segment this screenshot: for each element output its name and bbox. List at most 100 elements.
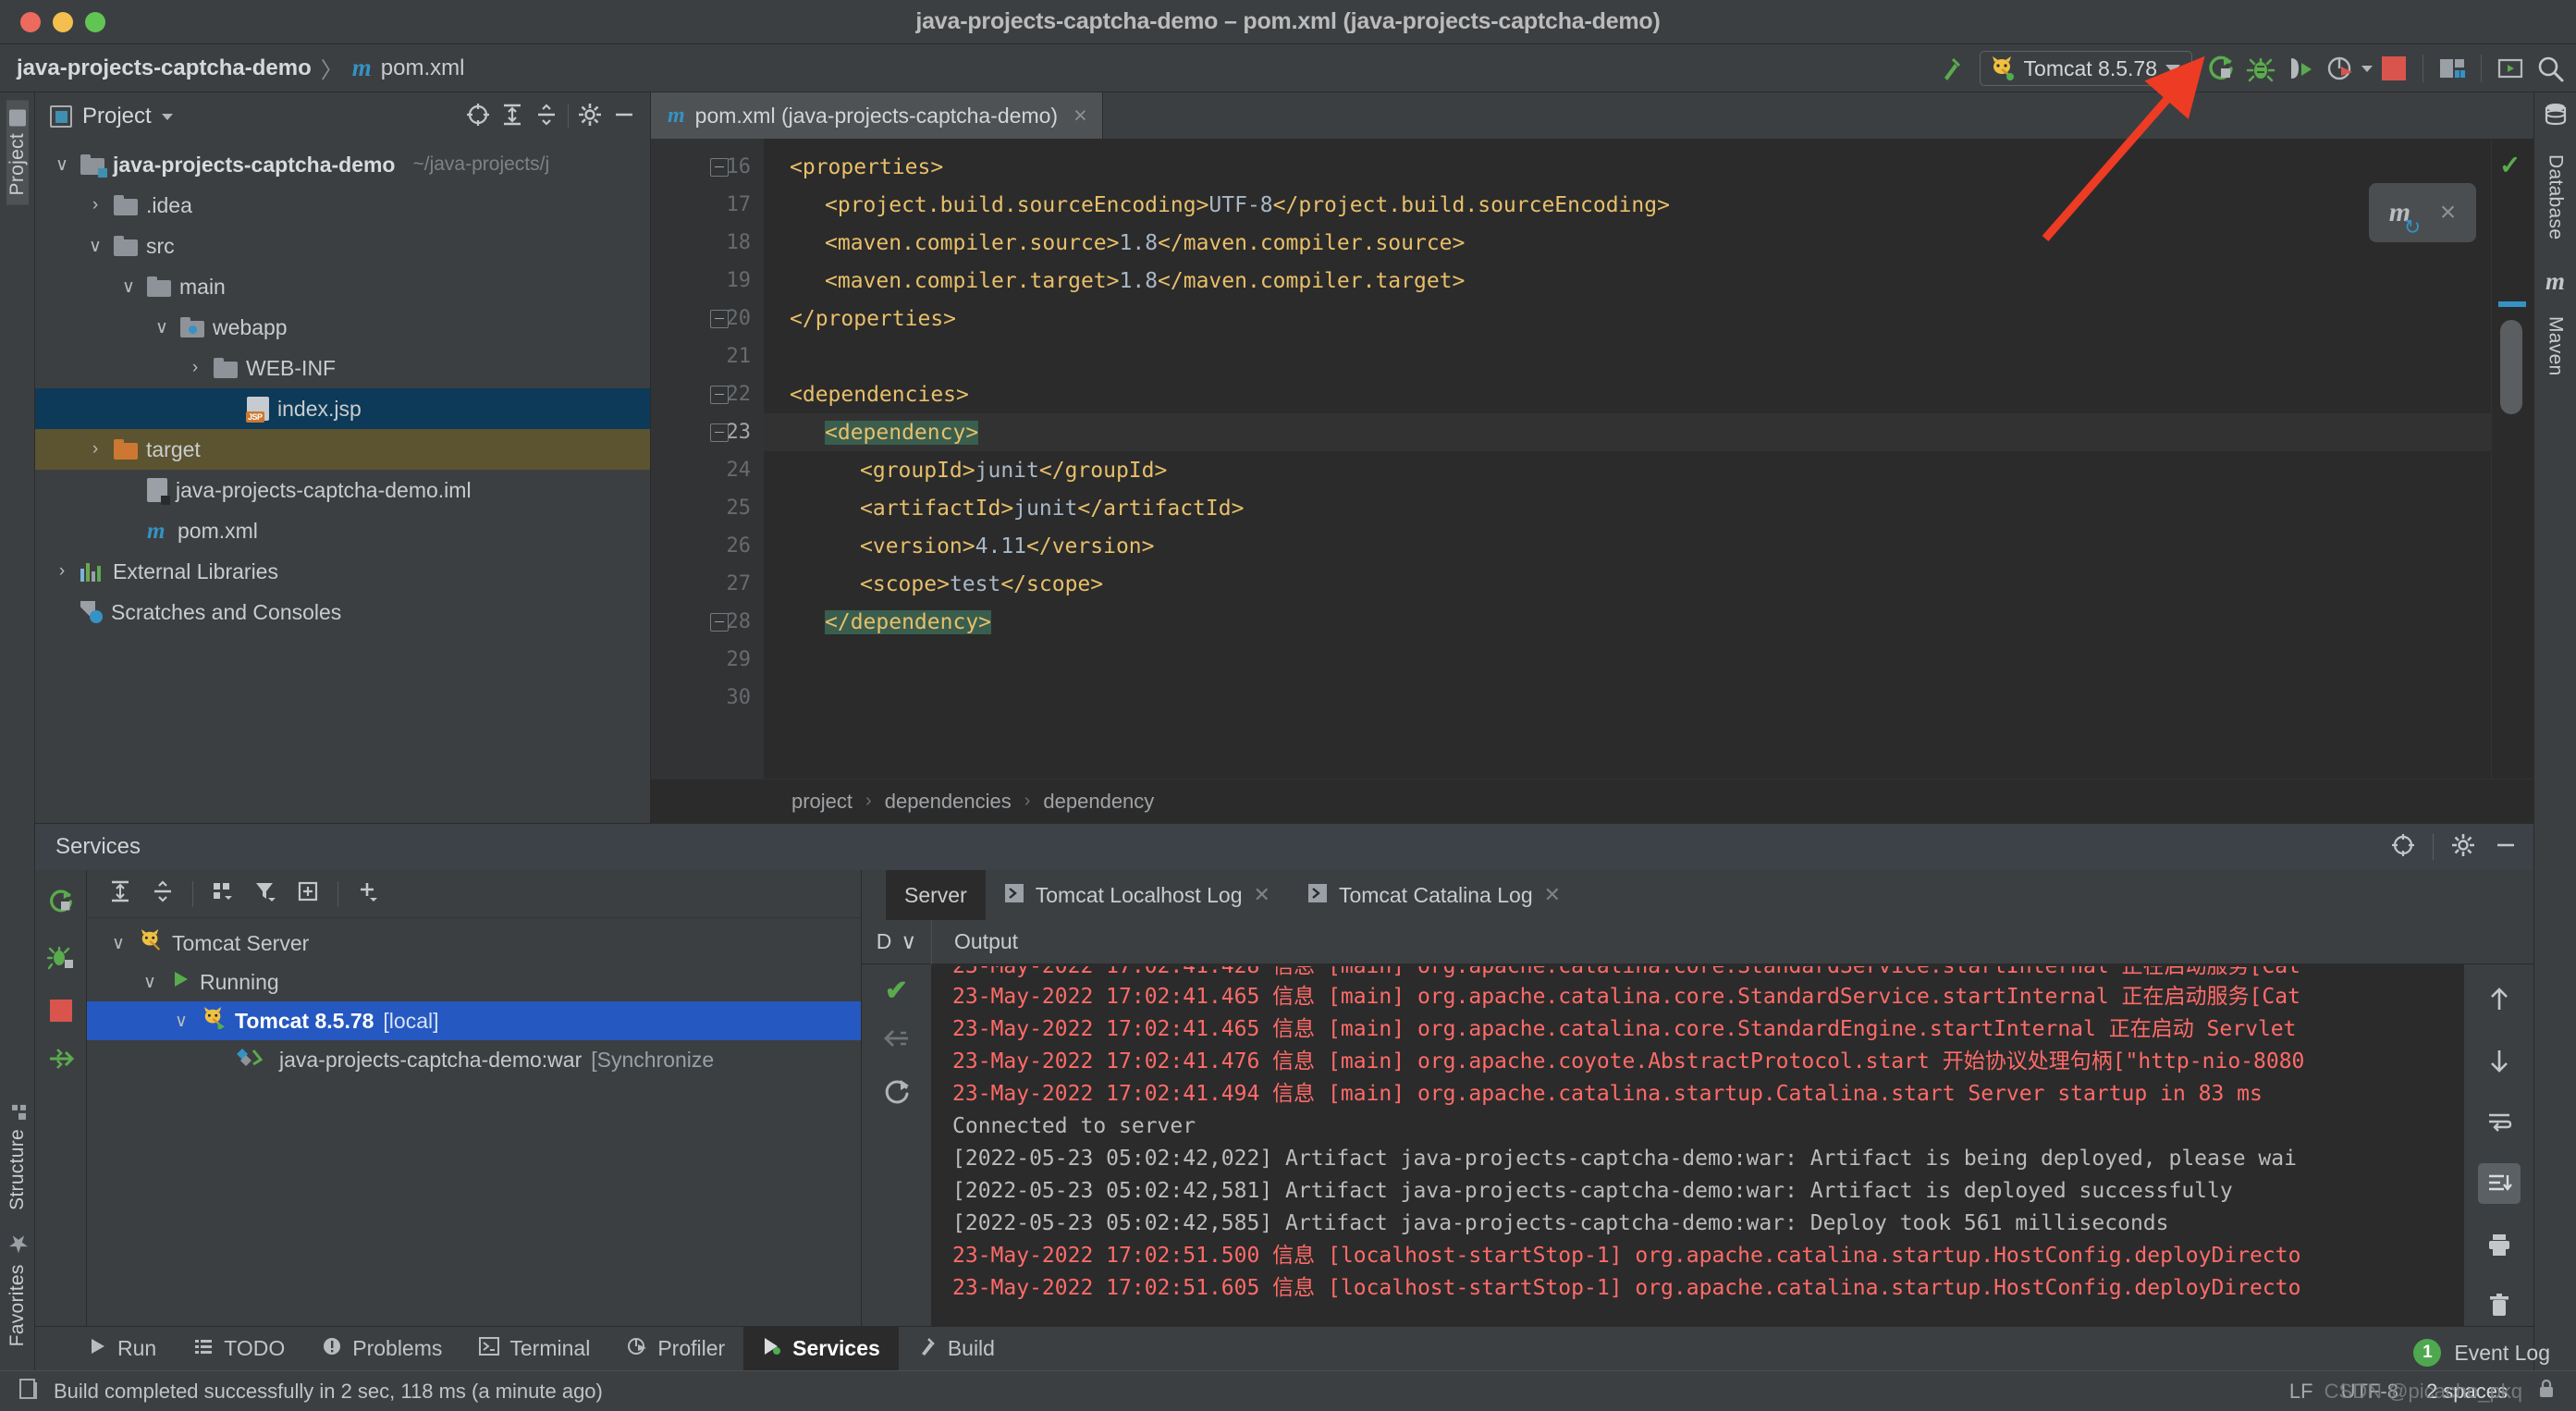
chevron-down-icon[interactable]: ∨	[85, 236, 105, 257]
code-fold-toggle-icon[interactable]	[710, 613, 729, 632]
gutter-line-20[interactable]: 20	[651, 300, 764, 337]
redeploy-icon[interactable]	[46, 1044, 76, 1078]
tree-node-src[interactable]: ∨src	[35, 226, 650, 266]
chevron-down-icon[interactable]: ∨	[139, 972, 161, 993]
service-node-running[interactable]: ∨Running	[87, 963, 861, 1001]
editor-gutter[interactable]: 161718192021222324252627282930	[651, 139, 764, 779]
code-line-20[interactable]: </properties>	[764, 300, 2491, 337]
gutter-line-29[interactable]: 29	[651, 641, 764, 679]
code-line-16[interactable]: <properties>	[764, 148, 2491, 186]
tool-window-bar[interactable]: RunTODOProblemsTerminalProfilerServicesB…	[35, 1326, 2533, 1370]
console-output[interactable]: 23-May-2022 17:02:41.428 信息 [main] org.a…	[932, 964, 2463, 1326]
gutter-line-22[interactable]: 22	[651, 375, 764, 413]
tree-node-java-projects-captcha-demo-iml[interactable]: java-projects-captcha-demo.iml	[35, 470, 650, 510]
settings-gear-icon[interactable]	[2450, 832, 2476, 863]
chevron-down-icon[interactable]	[162, 114, 173, 120]
maven-reload-popup[interactable]: m ×	[2369, 183, 2476, 242]
breadcrumb-project-node[interactable]: project	[791, 790, 853, 814]
tree-node-scratches-and-consoles[interactable]: Scratches and Consoles	[35, 592, 650, 632]
hide-panel-icon[interactable]	[2493, 832, 2519, 863]
close-icon[interactable]: ×	[2440, 197, 2457, 228]
services-tree[interactable]: ∨Tomcat Server∨Running∨Tomcat 8.5.78[loc…	[87, 918, 861, 1326]
chevron-down-icon[interactable]: ∨	[52, 154, 72, 176]
tree-node--idea[interactable]: ›.idea	[35, 185, 650, 226]
tab-pom-xml[interactable]: m pom.xml (java-projects-captcha-demo) ×	[651, 92, 1103, 139]
tree-node-java-projects-captcha-demo[interactable]: ∨java-projects-captcha-demo~/java-projec…	[35, 144, 650, 185]
project-tree[interactable]: ∨java-projects-captcha-demo~/java-projec…	[35, 141, 650, 823]
up-arrow-icon[interactable]	[2478, 979, 2521, 1020]
tree-node-web-inf[interactable]: ›WEB-INF	[35, 348, 650, 388]
group-by-icon[interactable]	[210, 878, 236, 909]
gutter-line-28[interactable]: 28	[651, 603, 764, 641]
gutter-line-24[interactable]: 24	[651, 451, 764, 489]
sidebar-item-maven[interactable]: Maven	[2545, 307, 2567, 386]
close-icon[interactable]: ✕	[1254, 883, 1270, 907]
gutter-line-21[interactable]: 21	[651, 337, 764, 375]
code-line-17[interactable]: <project.build.sourceEncoding>UTF-8</pro…	[764, 186, 2491, 224]
memory-indicator-icon[interactable]	[17, 1377, 41, 1405]
chevron-right-icon[interactable]: ›	[185, 358, 205, 378]
gutter-line-26[interactable]: 26	[651, 527, 764, 565]
console-tab-tomcat-catalina-log[interactable]: Tomcat Catalina Log✕	[1289, 870, 1579, 920]
service-node-java-projects-captcha-demo-war[interactable]: java-projects-captcha-demo:war[Synchroni…	[87, 1040, 861, 1079]
gutter-line-19[interactable]: 19	[651, 262, 764, 300]
chevron-right-icon[interactable]: ›	[52, 561, 72, 582]
profiler-icon[interactable]	[2322, 50, 2359, 87]
gutter-line-17[interactable]: 17	[651, 186, 764, 224]
open-terminal-icon[interactable]	[2492, 50, 2529, 87]
code-line-23[interactable]: <dependency>	[764, 413, 2491, 451]
editor-scrollbar-marks[interactable]: ✓	[2491, 139, 2533, 779]
code-fold-toggle-icon[interactable]	[710, 310, 729, 328]
code-fold-toggle-icon[interactable]	[710, 423, 729, 442]
rerun-icon[interactable]	[46, 887, 76, 921]
chevron-down-icon[interactable]: ∨	[107, 933, 129, 954]
event-log-label[interactable]: Event Log	[2454, 1341, 2550, 1366]
locate-icon[interactable]	[2390, 832, 2416, 863]
tool-window-problems[interactable]: Problems	[303, 1327, 460, 1370]
gutter-line-27[interactable]: 27	[651, 565, 764, 603]
breadcrumb-dependency-node[interactable]: dependency	[1043, 790, 1154, 814]
gutter-line-18[interactable]: 18	[651, 224, 764, 262]
tool-window-todo[interactable]: TODO	[175, 1327, 303, 1370]
tree-node-pom-xml[interactable]: mpom.xml	[35, 510, 650, 551]
tool-window-run[interactable]: Run	[68, 1327, 175, 1370]
tree-node-index-jsp[interactable]: index.jsp	[35, 388, 650, 429]
service-node-tomcat-8-5-78[interactable]: ∨Tomcat 8.5.78[local]	[87, 1001, 861, 1040]
chevron-down-icon[interactable]: ∨	[152, 317, 172, 338]
editor-scrollbar-thumb[interactable]	[2500, 320, 2522, 414]
chevron-right-icon[interactable]: ›	[85, 195, 105, 215]
sidebar-item-database[interactable]: Database	[2545, 145, 2567, 249]
console-tab-server[interactable]: Server	[886, 870, 986, 920]
code-line-24[interactable]: <groupId>junit</groupId>	[764, 451, 2491, 489]
code-line-22[interactable]: <dependencies>	[764, 375, 2491, 413]
print-icon[interactable]	[2478, 1224, 2521, 1265]
event-log-indicator[interactable]: 1 Event Log	[2413, 1339, 2550, 1367]
chevron-down-icon[interactable]: ∨	[170, 1011, 192, 1032]
tree-node-webapp[interactable]: ∨webapp	[35, 307, 650, 348]
project-structure-icon[interactable]	[2434, 50, 2471, 87]
code-line-21[interactable]	[764, 337, 2491, 375]
tool-window-services[interactable]: Services	[743, 1327, 899, 1370]
code-line-28[interactable]: </dependency>	[764, 603, 2491, 641]
deployment-selector[interactable]: D ∨	[862, 920, 932, 964]
select-opened-file-icon[interactable]	[465, 102, 491, 132]
debug-icon[interactable]	[46, 943, 76, 977]
scroll-to-start-icon[interactable]	[882, 1024, 912, 1058]
chevron-down-icon[interactable]	[2165, 65, 2180, 73]
sidebar-item-project[interactable]: Project	[6, 100, 29, 204]
code-fold-toggle-icon[interactable]	[710, 386, 729, 404]
debug-bug-icon[interactable]	[2242, 50, 2279, 87]
breadcrumb-dependencies-node[interactable]: dependencies	[885, 790, 1012, 814]
settings-gear-icon[interactable]	[577, 102, 603, 132]
code-editor[interactable]: 161718192021222324252627282930 <properti…	[651, 139, 2533, 779]
maven-reload-icon[interactable]: m	[2389, 197, 2410, 228]
scroll-to-end-icon[interactable]	[2478, 1163, 2521, 1204]
trash-icon[interactable]	[2478, 1285, 2521, 1326]
collapse-all-icon[interactable]	[150, 878, 176, 909]
code-fold-toggle-icon[interactable]	[710, 158, 729, 177]
tool-window-build[interactable]: Build	[899, 1327, 1013, 1370]
code-line-29[interactable]	[764, 641, 2491, 679]
stop-icon[interactable]	[2375, 50, 2412, 87]
expand-all-icon[interactable]	[107, 878, 133, 909]
code-line-19[interactable]: <maven.compiler.target>1.8</maven.compil…	[764, 262, 2491, 300]
